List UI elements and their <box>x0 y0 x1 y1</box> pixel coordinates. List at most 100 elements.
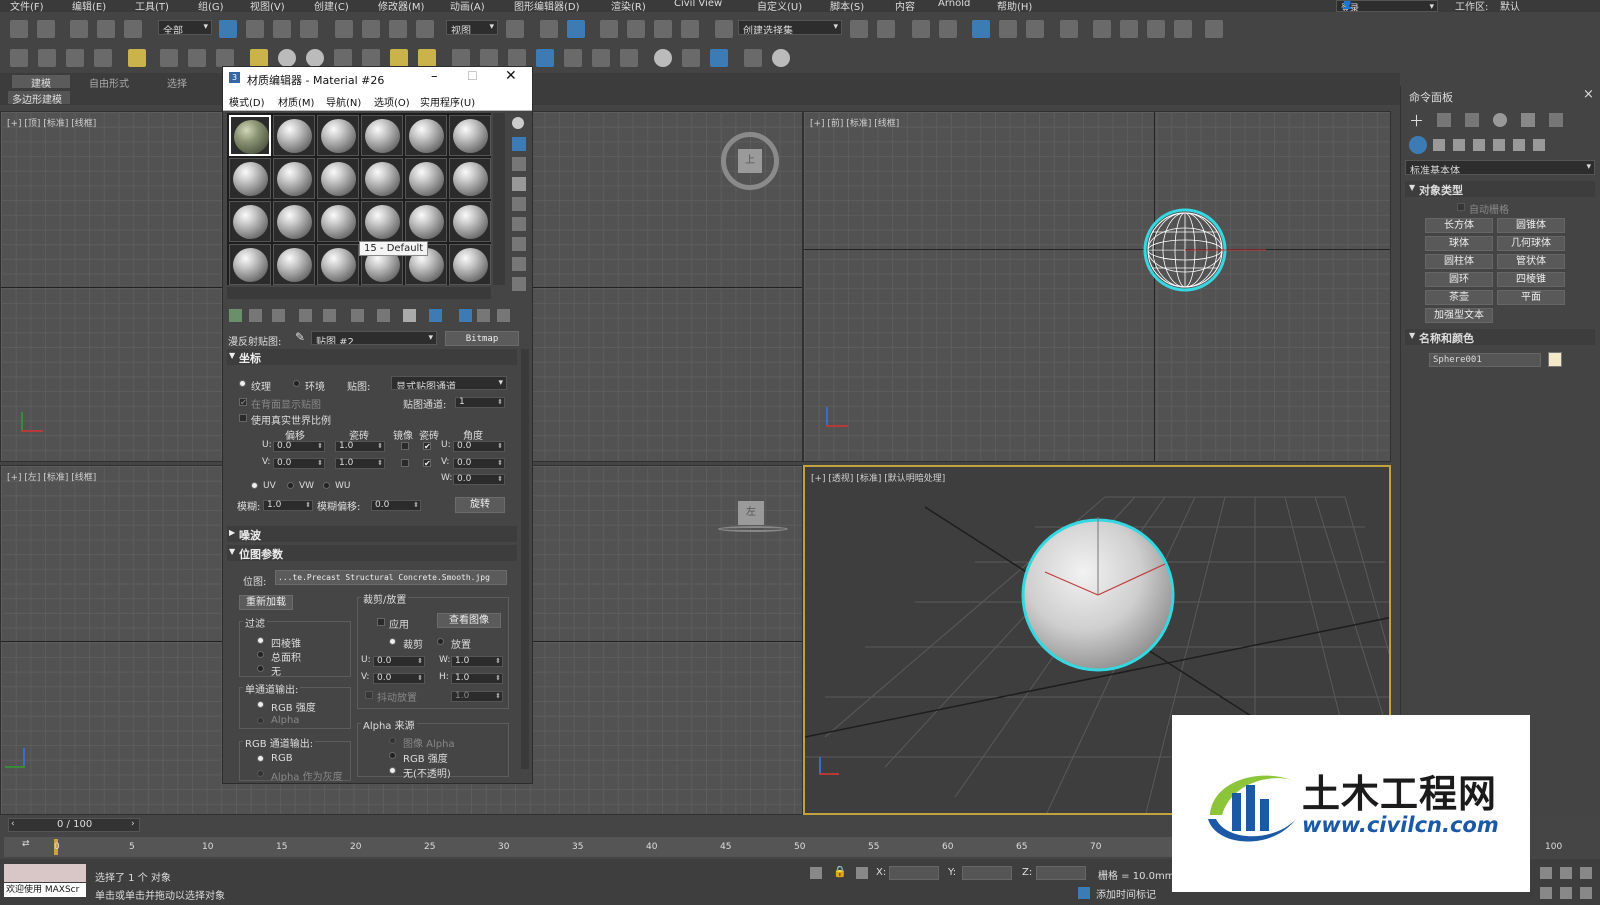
blur-spinner[interactable]: 1.0 <box>263 500 313 511</box>
viewcube-left[interactable]: 左 <box>738 501 764 525</box>
align-icon[interactable] <box>877 20 895 38</box>
menu-civil-view[interactable]: Civil View <box>674 0 722 9</box>
viewcube-top[interactable]: 上 <box>738 149 762 173</box>
next-frame-icon[interactable]: › <box>131 819 135 829</box>
ribbon-tab-modeling[interactable]: 建模 <box>12 75 70 90</box>
v-tiling-spinner[interactable]: 1.0 <box>335 458 385 469</box>
sample-slot[interactable] <box>449 244 491 285</box>
window-crossing-icon[interactable] <box>300 20 318 38</box>
map-name-dropdown[interactable]: 贴图 #2 <box>311 331 437 345</box>
rendered-frame-icon[interactable] <box>1120 20 1138 38</box>
menu-customize[interactable]: 自定义(U) <box>757 0 802 12</box>
crop-u-spinner[interactable]: 0.0 <box>373 656 425 667</box>
tool-icon-1[interactable] <box>10 49 28 67</box>
tool-icon-6[interactable] <box>160 49 178 67</box>
sample-slot-active[interactable] <box>229 115 271 156</box>
ribbon-toggle-icon[interactable] <box>972 20 990 38</box>
bind-space-warp-icon[interactable] <box>124 20 142 38</box>
light-icon[interactable] <box>128 49 146 67</box>
sample-slot[interactable] <box>405 115 447 156</box>
redo-icon[interactable] <box>37 20 55 38</box>
options-icon[interactable] <box>512 237 526 251</box>
plane-button[interactable]: 平面 <box>1497 290 1565 305</box>
texture-radio[interactable] <box>239 380 246 387</box>
crop-v-spinner[interactable]: 0.0 <box>373 673 425 684</box>
rotate-icon[interactable] <box>362 20 380 38</box>
go-forward-sibling-icon[interactable] <box>497 309 510 322</box>
tool-icon-2[interactable] <box>38 49 56 67</box>
v-offset-spinner[interactable]: 0.0 <box>273 458 325 469</box>
help-icon[interactable] <box>772 49 790 67</box>
sample-slot[interactable] <box>229 244 271 285</box>
geosphere-button[interactable]: 几何球体 <box>1497 236 1565 251</box>
get-material-icon[interactable] <box>229 309 242 322</box>
textplus-button[interactable]: 加强型文本 <box>1425 308 1493 323</box>
menu-rendering[interactable]: 渲染(R) <box>611 0 646 12</box>
menu-animation[interactable]: 动画(A) <box>450 0 485 12</box>
u-mirror-checkbox[interactable] <box>401 442 409 450</box>
rgb-rgb-radio[interactable] <box>257 755 264 762</box>
crop-radio[interactable] <box>389 638 396 645</box>
material-navigator-icon[interactable] <box>512 277 526 291</box>
slots-vscrollbar[interactable] <box>493 113 505 285</box>
sample-slot[interactable] <box>361 115 403 156</box>
select-object-icon[interactable] <box>219 20 237 38</box>
environ-radio[interactable] <box>293 380 300 387</box>
hierarchy-tab-icon[interactable] <box>1465 113 1479 127</box>
menu-graph-editors[interactable]: 图形编辑器(D) <box>514 0 580 12</box>
rect-selection-icon[interactable] <box>273 20 291 38</box>
sample-slot[interactable] <box>405 158 447 199</box>
mat-menu-navigation[interactable]: 导航(N) <box>326 94 361 109</box>
material-sphere-icon[interactable] <box>654 49 672 67</box>
place-radio[interactable] <box>437 638 444 645</box>
alpha-none-radio[interactable] <box>389 767 396 774</box>
make-unique-icon[interactable] <box>323 309 336 322</box>
show-map-icon[interactable] <box>429 309 442 322</box>
tool-icon-20[interactable] <box>564 49 582 67</box>
wu-radio[interactable] <box>323 482 330 489</box>
zoom-extents-icon[interactable] <box>1560 867 1572 879</box>
sample-slot[interactable] <box>317 244 359 285</box>
sample-slot[interactable] <box>317 158 359 199</box>
sphere-button[interactable]: 球体 <box>1425 236 1493 251</box>
menu-file[interactable]: 文件(F) <box>10 0 44 12</box>
systems-icon[interactable] <box>1533 139 1545 151</box>
sample-slot[interactable] <box>449 158 491 199</box>
box-icon[interactable] <box>250 49 268 67</box>
filter-none-radio[interactable] <box>257 665 264 672</box>
sample-slot[interactable] <box>317 201 359 242</box>
viewport-top-label[interactable]: [+] [顶] [标准] [线框] <box>7 116 96 129</box>
time-slider[interactable]: ‹ 0 / 100 › <box>8 818 140 832</box>
slots-hscrollbar[interactable] <box>227 287 491 299</box>
edit-named-selection-icon[interactable] <box>715 20 733 38</box>
mirror-icon[interactable] <box>850 20 868 38</box>
backlight-icon[interactable] <box>512 137 526 151</box>
cylinder-button[interactable]: 圆柱体 <box>1425 254 1493 269</box>
sample-slot[interactable] <box>449 115 491 156</box>
alpha-image-radio[interactable] <box>389 737 396 744</box>
menu-help[interactable]: 帮助(H) <box>997 0 1032 12</box>
put-to-library-icon[interactable] <box>351 309 364 322</box>
create-tab-icon[interactable]: ＋ <box>1409 110 1424 131</box>
undo-icon[interactable] <box>10 20 28 38</box>
torus-button[interactable]: 圆环 <box>1425 272 1493 287</box>
maxscript-listener[interactable] <box>4 864 86 882</box>
time-tag-icon[interactable] <box>1078 887 1090 899</box>
go-to-parent-icon[interactable] <box>477 309 490 322</box>
sun-icon[interactable] <box>390 49 408 67</box>
tool-icon-3[interactable] <box>66 49 84 67</box>
object-name-input[interactable]: Sphere001 <box>1429 353 1541 367</box>
display-tab-icon[interactable] <box>1521 113 1535 127</box>
selection-filter[interactable]: 全部 <box>158 20 212 35</box>
fov-icon[interactable] <box>1580 867 1592 879</box>
lights-icon[interactable] <box>1453 139 1465 151</box>
sample-slot[interactable] <box>229 201 271 242</box>
material-id-icon[interactable] <box>377 309 390 322</box>
vw-radio[interactable] <box>287 482 294 489</box>
prev-frame-icon[interactable]: ‹ <box>11 819 15 829</box>
crop-h-spinner[interactable]: 1.0 <box>451 673 503 684</box>
mat-menu-utilities[interactable]: 实用程序(U) <box>420 94 475 109</box>
angle-snap-icon[interactable] <box>627 20 645 38</box>
rotate-button[interactable]: 旋转 <box>455 497 505 513</box>
object-color-swatch[interactable] <box>1548 352 1562 367</box>
